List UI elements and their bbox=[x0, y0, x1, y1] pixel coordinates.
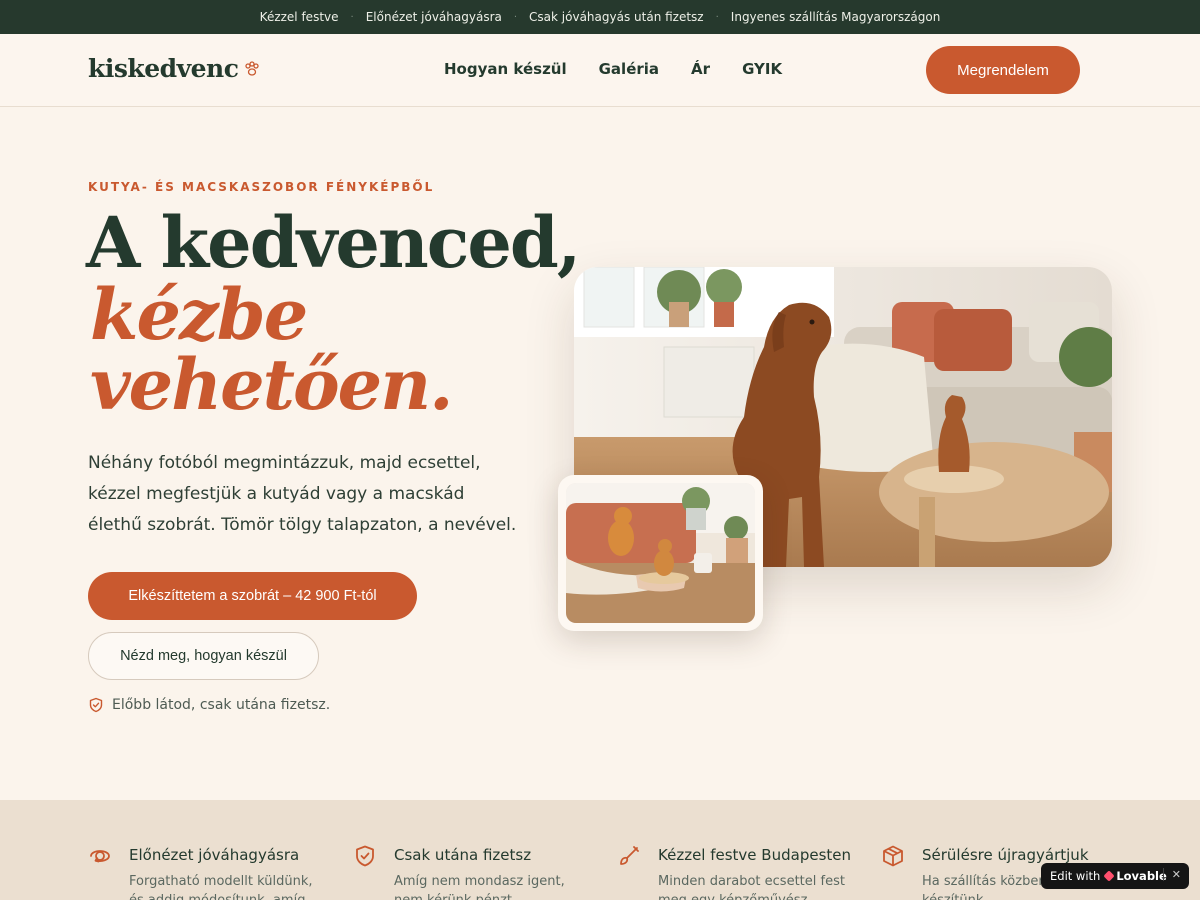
paw-icon bbox=[245, 60, 260, 76]
order-button[interactable]: Megrendelem bbox=[926, 46, 1080, 94]
site-header: kiskedvenc Hogyan készül Galéria Ár GYIK… bbox=[0, 34, 1200, 107]
feature-description: Forgatható modellt küldünk, és addig mód… bbox=[129, 874, 313, 900]
nav-link-faq[interactable]: GYIK bbox=[742, 60, 782, 78]
hero-title-line3: vehetően. bbox=[90, 343, 453, 426]
separator: · bbox=[513, 11, 518, 23]
hero-title-line2: kézbe bbox=[90, 273, 308, 356]
package-icon bbox=[883, 845, 903, 867]
separator: · bbox=[350, 11, 354, 23]
nav-link-how-it-works[interactable]: Hogyan készül bbox=[444, 60, 567, 78]
main-nav: Hogyan készül Galéria Ár GYIK bbox=[444, 60, 782, 78]
inset-photo-cat bbox=[558, 475, 763, 631]
announcement-item: Előnézet jóváhagyásra bbox=[365, 10, 502, 24]
announcement-bar: Kézzel festve · Előnézet jóváhagyásra · … bbox=[0, 0, 1200, 34]
hero-title-line1: A kedvenced, bbox=[86, 201, 581, 284]
features-strip: Előnézet jóváhagyásra Forgatható modellt… bbox=[0, 800, 1200, 900]
trust-note: Előbb látod, csak utána fizetsz. bbox=[88, 697, 330, 713]
announcement-item: Kézzel festve bbox=[259, 10, 339, 24]
announcement-item: Ingyenes szállítás Magyarországon bbox=[730, 10, 941, 24]
shield-check-icon bbox=[356, 845, 374, 867]
feature-title: Csak utána fizetsz bbox=[394, 846, 532, 864]
feature-title: Sérülésre újragyártjuk bbox=[922, 846, 1089, 864]
separator: · bbox=[715, 11, 719, 23]
logo-text: kiskedvenc bbox=[88, 54, 239, 83]
lovable-brand: Lovable bbox=[1103, 869, 1167, 883]
shield-check-icon bbox=[89, 697, 103, 713]
trust-text: Előbb látod, csak utána fizetsz. bbox=[112, 697, 331, 713]
logo[interactable]: kiskedvenc bbox=[88, 54, 260, 83]
lovable-brand-text: Lovable bbox=[1116, 869, 1167, 883]
how-it-works-button[interactable]: Nézd meg, hogyan készül bbox=[88, 632, 319, 680]
order-statue-button[interactable]: Elkészíttetem a szobrát – 42 900 Ft-tól bbox=[88, 572, 417, 620]
feature-title: Előnézet jóváhagyásra bbox=[129, 846, 300, 864]
rotate-3d-icon bbox=[90, 850, 110, 863]
lovable-prefix: Edit with bbox=[1050, 869, 1101, 883]
nav-link-price[interactable]: Ár bbox=[691, 60, 710, 78]
lovable-heart-icon bbox=[1103, 870, 1115, 882]
cat-photo-illustration bbox=[566, 483, 755, 623]
hero-lead: Néhány fotóból megmintázzuk, majd ecsett… bbox=[88, 453, 517, 535]
brush-icon bbox=[620, 846, 639, 865]
feature-title: Kézzel festve Budapesten bbox=[658, 846, 852, 864]
close-icon[interactable]: ✕ bbox=[1162, 868, 1181, 881]
feature-description: Minden darabot ecsettel fest meg egy kép… bbox=[658, 874, 845, 900]
announcement-item: Csak jóváhagyás után fizetsz bbox=[529, 10, 704, 24]
nav-link-gallery[interactable]: Galéria bbox=[599, 60, 659, 78]
hero-eyebrow: KUTYA- ÉS MACSKASZOBOR FÉNYKÉPBŐL bbox=[88, 180, 435, 194]
feature-description: Amíg nem mondasz igent, nem kérünk pénzt… bbox=[394, 874, 565, 900]
lovable-badge[interactable]: Edit with Lovable ✕ bbox=[1041, 863, 1189, 889]
